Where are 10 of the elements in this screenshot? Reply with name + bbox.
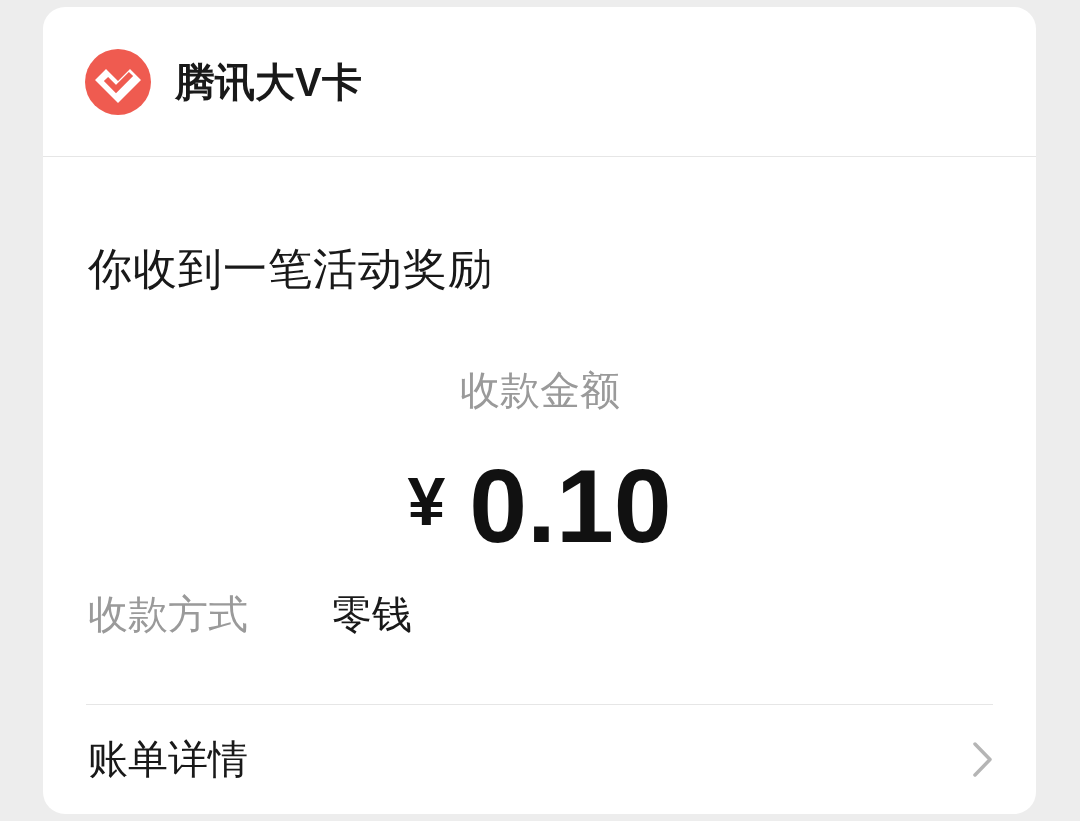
notice-title: 你收到一笔活动奖励: [88, 244, 493, 293]
currency-symbol: ¥: [407, 467, 446, 535]
detail-value: 零钱: [332, 591, 412, 638]
chevron-right-icon: [973, 741, 993, 777]
amount-value: 0.10: [469, 454, 672, 558]
logo-icon: [85, 48, 151, 115]
bill-details-link[interactable]: 账单详情: [86, 705, 993, 813]
account-name: 腾讯大V卡: [175, 58, 362, 106]
detail-label: 收款方式: [88, 591, 249, 638]
amount-label: 收款金额: [459, 367, 620, 414]
